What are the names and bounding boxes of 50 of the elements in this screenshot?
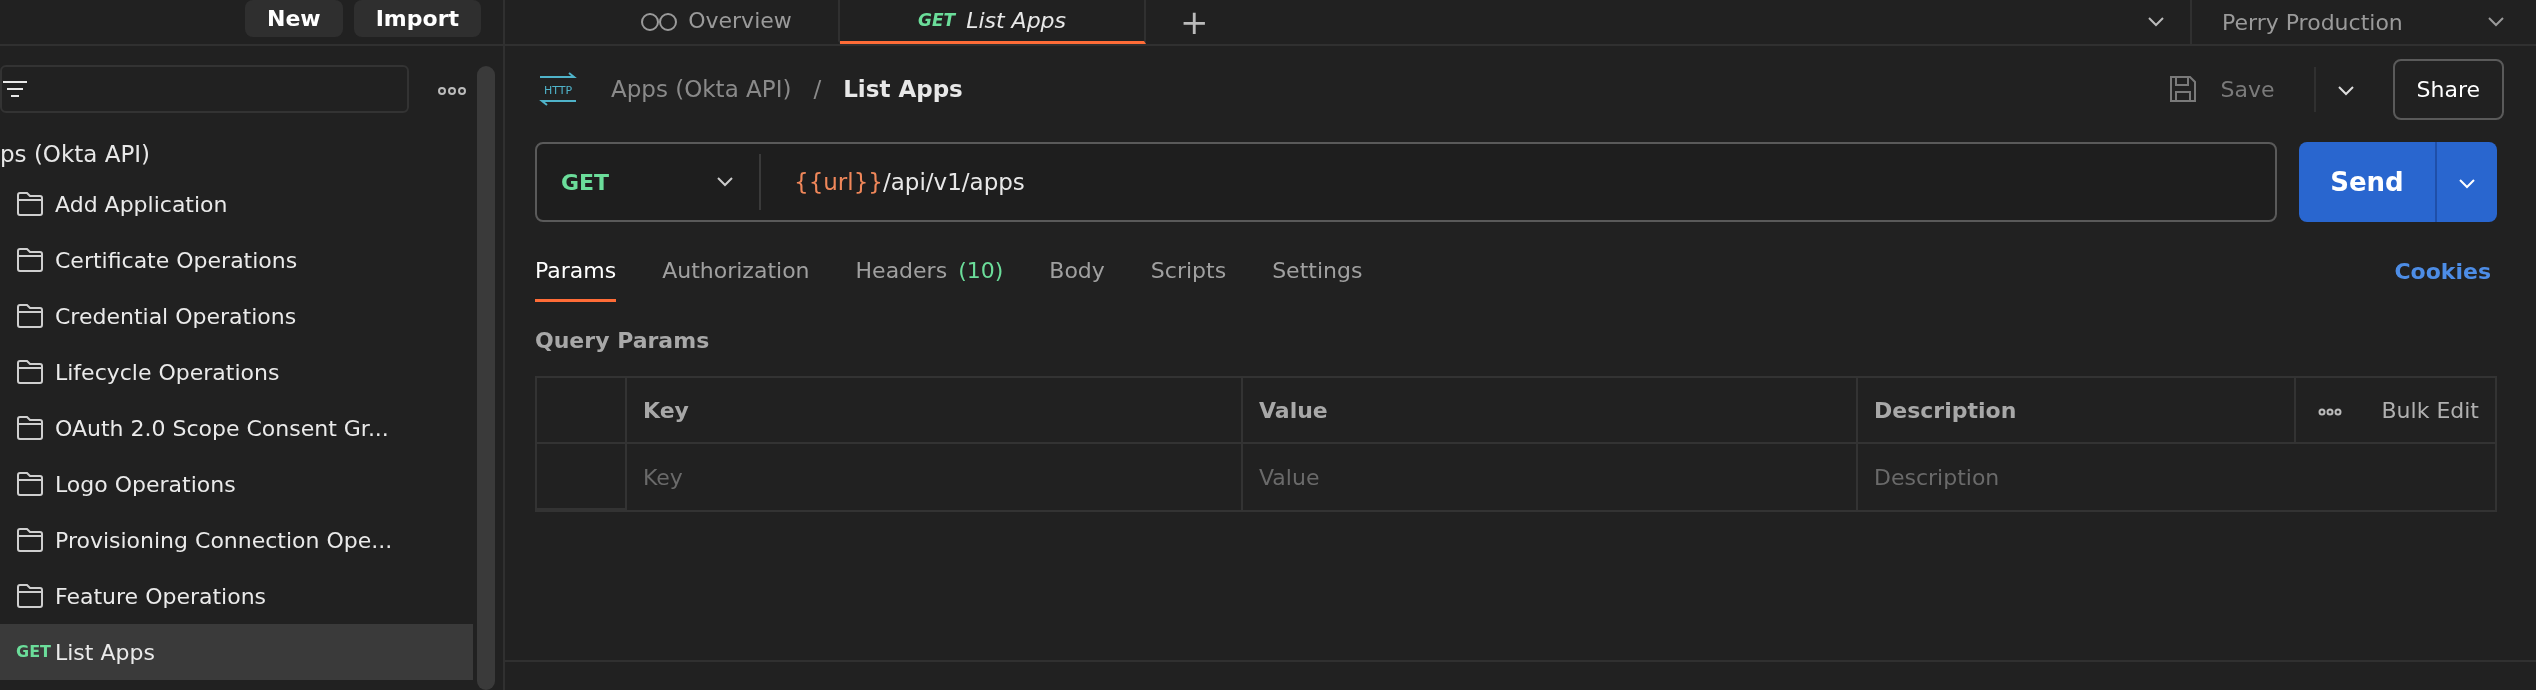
column-header: Value [1243, 378, 1858, 444]
save-button[interactable]: Save [2162, 71, 2281, 107]
section-title: Query Params [534, 326, 711, 355]
url-input[interactable]: {{url}}/api/v1/apps [761, 164, 1025, 200]
folder-icon [16, 583, 44, 609]
sidebar-item[interactable]: Add Application [0, 176, 473, 232]
dots-icon [437, 85, 467, 96]
folder-icon [16, 471, 44, 497]
send-button[interactable]: Send [2299, 142, 2435, 222]
request-tab[interactable]: GET List Apps [840, 0, 1146, 44]
request-tab[interactable]: Overview [595, 0, 840, 44]
folder-icon [16, 191, 44, 217]
sidebar-item[interactable]: Credential Operations [0, 288, 473, 344]
request-tab[interactable]: Settings [1272, 248, 1363, 302]
search-field[interactable] [0, 65, 409, 113]
column-header: Description [1858, 378, 2296, 444]
request-tab[interactable]: Scripts [1150, 248, 1227, 302]
request-tab[interactable]: Authorization [662, 248, 810, 302]
folder-icon [16, 247, 44, 273]
filter-icon [2, 78, 28, 100]
breadcrumb-link[interactable]: Apps (Okta API) [611, 71, 792, 107]
dots-icon [2318, 407, 2342, 416]
sidebar-item[interactable]: Feature Operations [0, 568, 473, 624]
breadcrumb-separator: / [813, 74, 822, 104]
folder-icon [16, 415, 44, 441]
sidebar-item[interactable]: Lifecycle Operations [0, 344, 473, 400]
method-dropdown[interactable]: GET [537, 154, 761, 210]
toolbar-button[interactable]: New [245, 0, 343, 37]
sidebar-item[interactable]: Provisioning Connection Ope... [0, 512, 473, 568]
environment-dropdown[interactable]: Perry Production [2190, 0, 2536, 44]
folder-icon [16, 303, 44, 329]
bulk-edit-button[interactable]: Bulk Edit [2381, 393, 2479, 427]
sidebar-item[interactable]: OAuth 2.0 Scope Consent Gr... [0, 400, 473, 456]
cookies-link[interactable]: Cookies [2388, 254, 2497, 302]
scrollbar[interactable] [477, 66, 495, 690]
share-button[interactable]: Share [2392, 58, 2504, 120]
collection-name[interactable]: ps (Okta API) [0, 132, 473, 176]
request-title: List Apps [843, 74, 963, 104]
folder-icon [16, 359, 44, 385]
new-tab-button[interactable]: + [1174, 0, 1215, 49]
send-options-button[interactable] [2435, 142, 2497, 222]
request-tab[interactable]: Headers (10) [855, 248, 1004, 302]
folder-icon [16, 527, 44, 553]
sidebar-item[interactable]: Certificate Operations [0, 232, 473, 288]
request-tab[interactable]: Params [535, 248, 617, 302]
toolbar-button[interactable]: Import [353, 0, 481, 37]
request-tab[interactable]: Body [1049, 248, 1105, 302]
sidebar-item[interactable]: GET List Apps [0, 624, 473, 680]
column-header: Key [627, 378, 1243, 444]
sidebar-item[interactable]: Logo Operations [0, 456, 473, 512]
